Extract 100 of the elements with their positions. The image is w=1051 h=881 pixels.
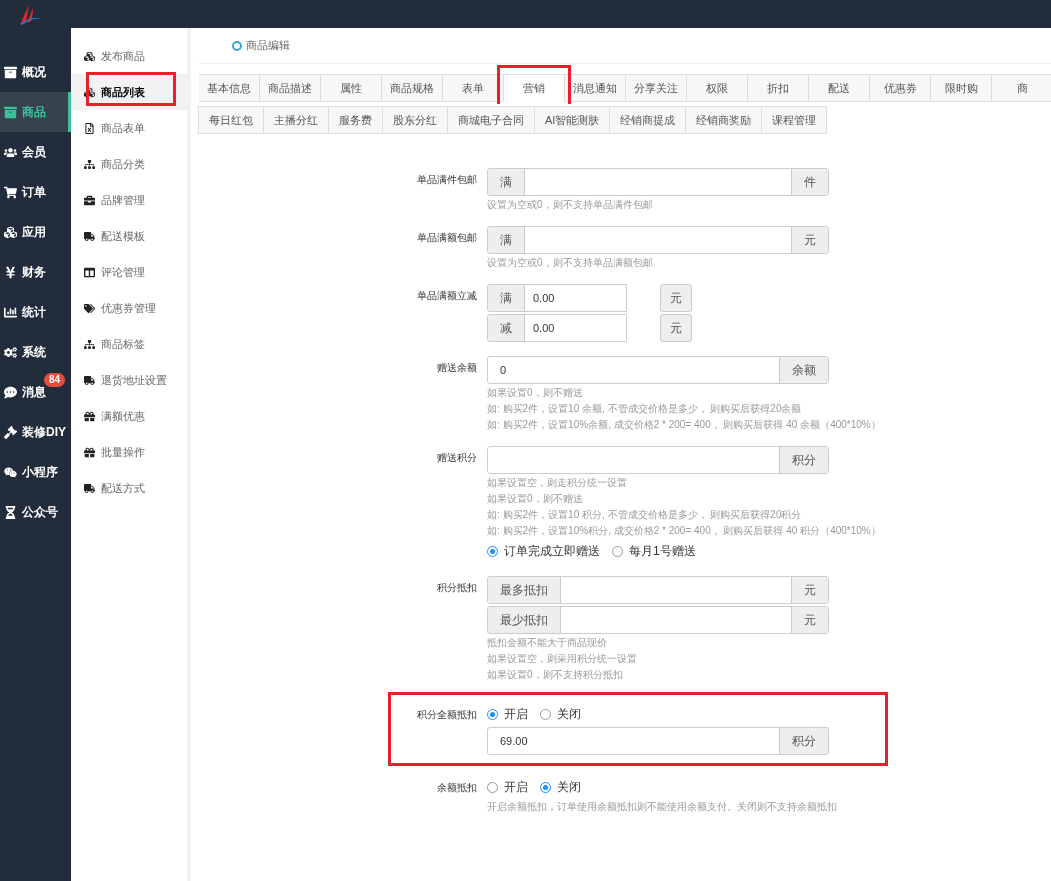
input-group[interactable]: 积分 [487,446,829,474]
nav-item[interactable]: 应用 [0,212,71,252]
input-addon: 元 [791,607,828,633]
count-badge: 84 [44,373,66,387]
nav-item[interactable]: 系统 [0,332,71,372]
submenu-item[interactable]: 批量操作 [71,434,187,470]
radio-option[interactable]: 关闭 [540,705,581,723]
hint-text: 如: 购买2件，设置10 余额, 不管成交价格是多少， 则购买后获得20余额 [487,402,803,416]
tab[interactable]: 基本信息 [199,74,260,102]
radio-option[interactable]: 关闭 [540,778,581,796]
input-field[interactable]: 0.00 [525,315,626,341]
gift-icon [84,410,95,422]
submenu-item[interactable]: 商品表单 [71,110,187,146]
hint-text: 如果设置0，则不赠送 [487,492,584,506]
briefcase-icon [84,194,95,206]
radio-option[interactable]: 订单完成立即赠送 [487,542,600,560]
cubes-icon [4,225,17,239]
input-addon: 减 [488,315,525,341]
tab[interactable]: AI智能测肤 [534,106,611,134]
submenu-item[interactable]: 评论管理 [71,254,187,290]
nav-item[interactable]: 会员 [0,132,71,172]
nav-item[interactable]: 装修DIY [0,412,71,452]
field-label: 赠送积分 [436,451,478,465]
archive-icon [4,65,17,79]
columns-icon [84,266,95,278]
submenu-item[interactable]: 优惠券管理 [71,290,187,326]
sitemap-icon [84,158,95,170]
tab[interactable]: 商品描述 [259,74,321,102]
input-field[interactable]: 69.00 [488,728,779,754]
nav-item[interactable]: 公众号 [0,492,71,532]
field-label: 积分抵扣 [436,581,478,595]
hammer-icon [4,425,17,439]
hint-text: 如果设置0，则不支持积分抵扣 [487,668,624,682]
hint-text: 设置为空或0，则不支持单品满件包邮 [487,198,654,212]
tab[interactable]: 课程管理 [761,106,828,134]
field-label: 单品满额包邮 [416,231,478,245]
hint-text: 如果设置空，则走积分统一设置 [487,476,628,490]
tab[interactable]: 折扣 [747,74,809,102]
tab[interactable]: 商 [991,74,1051,102]
submenu-item[interactable]: 满额优惠 [71,398,187,434]
submenu-item[interactable]: 配送方式 [71,470,187,506]
radio-option[interactable]: 开启 [487,705,528,723]
truck-icon [84,482,95,494]
input-addon: 件 [791,169,828,195]
nav-item[interactable]: 商品 [0,92,71,132]
submenu-item[interactable]: 配送模板 [71,218,187,254]
tab[interactable]: 商品规格 [381,74,443,102]
input-group[interactable]: 满 0.00 [487,284,627,312]
gift-icon [84,446,95,458]
input-addon: 元 [791,227,828,253]
tab[interactable]: 股东分红 [382,106,448,134]
radio-option[interactable]: 开启 [487,778,528,796]
breadcrumb: 商品编辑 [246,38,290,54]
tab[interactable]: 权限 [686,74,748,102]
cubes-icon [84,50,95,62]
input-group[interactable]: 最少抵扣 元 [487,606,829,634]
tab[interactable]: 主播分红 [263,106,329,134]
tags-icon [84,302,95,314]
input-group[interactable]: 减 0.00 [487,314,627,342]
hint-text: 如果设置空，则采用积分统一设置 [487,652,638,666]
nav-item[interactable]: 统计 [0,292,71,332]
nav-item[interactable]: 概况 [0,52,71,92]
tab[interactable]: 属性 [320,74,382,102]
radio-option[interactable]: 每月1号赠送 [612,542,696,560]
field-label: 积分全额抵扣 [416,708,478,722]
tab[interactable]: 分享关注 [625,74,687,102]
submenu-item[interactable]: 商品标签 [71,326,187,362]
nav-item[interactable]: 小程序 [0,452,71,492]
tab[interactable]: 优惠券 [869,74,931,102]
nav-item[interactable]: 消息 84 [0,372,71,412]
tab[interactable]: 服务费 [328,106,383,134]
input-group[interactable]: 0 余额 [487,356,829,384]
nav-item[interactable]: 订单 [0,172,71,212]
input-group[interactable]: 69.00 积分 [487,727,829,755]
input-group[interactable]: 满 元 [487,226,829,254]
hint-text: 设置为空或0，则不支持单品满额包邮 [487,256,654,270]
tab[interactable]: 商城电子合同 [447,106,535,134]
tab[interactable]: 营销 [503,74,565,102]
input-field[interactable]: 0.00 [525,285,626,311]
archive-icon [4,105,17,119]
input-field[interactable]: 0 [488,357,779,383]
nav-item[interactable]: 财务 [0,252,71,292]
yen-icon [4,265,17,279]
submenu-item[interactable]: 商品分类 [71,146,187,182]
submenu-item[interactable]: 退货地址设置 [71,362,187,398]
cart-icon [4,185,17,199]
submenu-item[interactable]: 品牌管理 [71,182,187,218]
input-group[interactable]: 满 件 [487,168,829,196]
tab[interactable]: 经销商提成 [609,106,687,134]
tab[interactable]: 经销商奖励 [685,106,763,134]
input-addon: 元 [791,577,828,603]
tab[interactable]: 表单 [442,74,504,102]
bar-chart-icon [4,305,17,319]
tab[interactable]: 每日红包 [198,106,264,134]
input-group[interactable]: 最多抵扣 元 [487,576,829,604]
field-label: 余额抵扣 [436,781,478,795]
tab[interactable]: 消息通知 [564,74,626,102]
submenu-item[interactable]: 发布商品 [71,38,187,74]
tab[interactable]: 配送 [808,74,870,102]
tab[interactable]: 限时购 [930,74,992,102]
